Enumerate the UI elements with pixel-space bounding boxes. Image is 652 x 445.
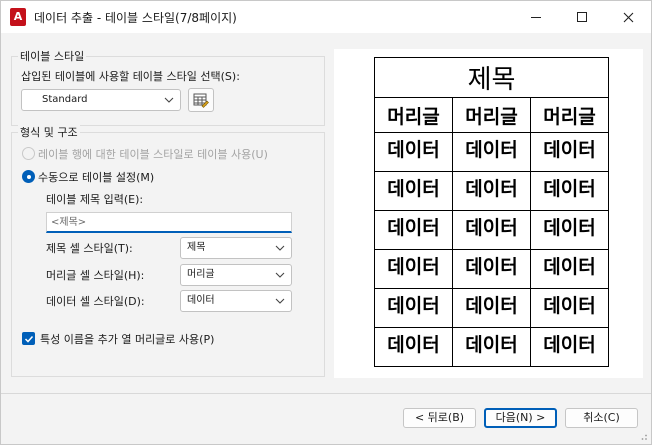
title-input-label: 테이블 제목 입력(E):: [46, 193, 144, 206]
preview-data-cell: 데이터: [374, 171, 453, 211]
title-cell-style-label: 제목 셀 스타일(T):: [46, 242, 133, 255]
close-icon: [623, 12, 633, 22]
minimize-button[interactable]: [513, 1, 559, 33]
preview-title-cell: 제목: [374, 57, 609, 98]
table-style-select-label: 삽입된 테이블에 사용할 테이블 스타일 선택(S):: [21, 70, 240, 83]
preview-data-cell: 데이터: [374, 249, 453, 289]
table-style-combo[interactable]: Standard: [21, 89, 181, 111]
header-cell-style-label: 머리글 셀 스타일(H):: [46, 269, 145, 282]
header-cell-style-combo[interactable]: 머리글: [180, 264, 292, 286]
resize-grip-icon[interactable]: [638, 431, 648, 441]
table-style-combo-value: Standard: [42, 94, 88, 105]
preview-data-cell: 데이터: [374, 210, 453, 250]
preview-data-cell: 데이터: [530, 132, 609, 172]
radio-use-table-style[interactable]: [22, 147, 35, 160]
preview-data-cell: 데이터: [374, 132, 453, 172]
back-button[interactable]: < 뒤로(B): [403, 408, 476, 428]
title-bar: A 데이터 추출 - 테이블 스타일(7/8페이지): [1, 1, 651, 33]
preview-data-cell: 데이터: [530, 249, 609, 289]
preview-data-cell: 데이터: [452, 171, 531, 211]
preview-data-cell: 데이터: [452, 249, 531, 289]
preview-data-cell: 데이터: [452, 288, 531, 328]
preview-data-cell: 데이터: [530, 171, 609, 211]
data-cell-style-label: 데이터 셀 스타일(D):: [46, 295, 145, 308]
use-property-names-label: 특성 이름을 추가 열 머리글로 사용(P): [40, 333, 215, 346]
close-button[interactable]: [605, 1, 651, 33]
preview-data-cell: 데이터: [374, 327, 453, 367]
use-property-names-checkbox[interactable]: [22, 332, 35, 345]
table-preview: 제목 머리글 머리글 머리글 데이터 데이터 데이터 데이터 데이터 데이터 데…: [374, 57, 609, 367]
next-button[interactable]: 다음(N) >: [484, 408, 557, 428]
data-cell-style-value: 데이터: [187, 295, 215, 306]
header-cell-style-value: 머리글: [187, 269, 215, 280]
data-cell-style-combo[interactable]: 데이터: [180, 290, 292, 312]
radio-manual-setup[interactable]: [22, 170, 35, 183]
chevron-down-icon: [275, 294, 285, 308]
minimize-icon: [531, 16, 541, 18]
preview-data-cell: 데이터: [374, 288, 453, 328]
preview-data-cell: 데이터: [452, 210, 531, 250]
table-style-dialog-icon: [193, 93, 209, 108]
chevron-down-icon: [275, 241, 285, 255]
window-title: 데이터 추출 - 테이블 스타일(7/8페이지): [34, 11, 237, 25]
preview-header-cell: 머리글: [452, 97, 531, 133]
title-cell-style-value: 제목: [187, 242, 206, 253]
preview-data-cell: 데이터: [530, 327, 609, 367]
preview-data-cell: 데이터: [530, 288, 609, 328]
preview-header-cell: 머리글: [530, 97, 609, 133]
table-title-input[interactable]: <제목>: [46, 212, 292, 233]
dialog-window: A 데이터 추출 - 테이블 스타일(7/8페이지) 테이블 스타일 삽입된 테…: [0, 0, 652, 445]
table-style-launch-button[interactable]: [188, 88, 214, 112]
radio-use-table-style-label: 레이블 행에 대한 테이블 스타일로 테이블 사용(U): [38, 148, 268, 161]
title-cell-style-combo[interactable]: 제목: [180, 237, 292, 259]
preview-data-cell: 데이터: [452, 327, 531, 367]
chevron-down-icon: [164, 93, 174, 107]
preview-data-cell: 데이터: [530, 210, 609, 250]
table-style-group-label: 테이블 스타일: [18, 48, 87, 64]
app-icon: A: [10, 8, 26, 26]
preview-header-cell: 머리글: [374, 97, 453, 133]
chevron-down-icon: [275, 268, 285, 282]
checkmark-icon: [24, 335, 33, 343]
preview-data-cell: 데이터: [452, 132, 531, 172]
footer-divider: [1, 393, 651, 394]
cancel-button[interactable]: 취소(C): [565, 408, 638, 428]
radio-manual-setup-label: 수동으로 테이블 설정(M): [38, 171, 155, 184]
maximize-icon: [577, 12, 587, 22]
maximize-button[interactable]: [559, 1, 605, 33]
format-group-label: 형식 및 구조: [18, 124, 80, 140]
